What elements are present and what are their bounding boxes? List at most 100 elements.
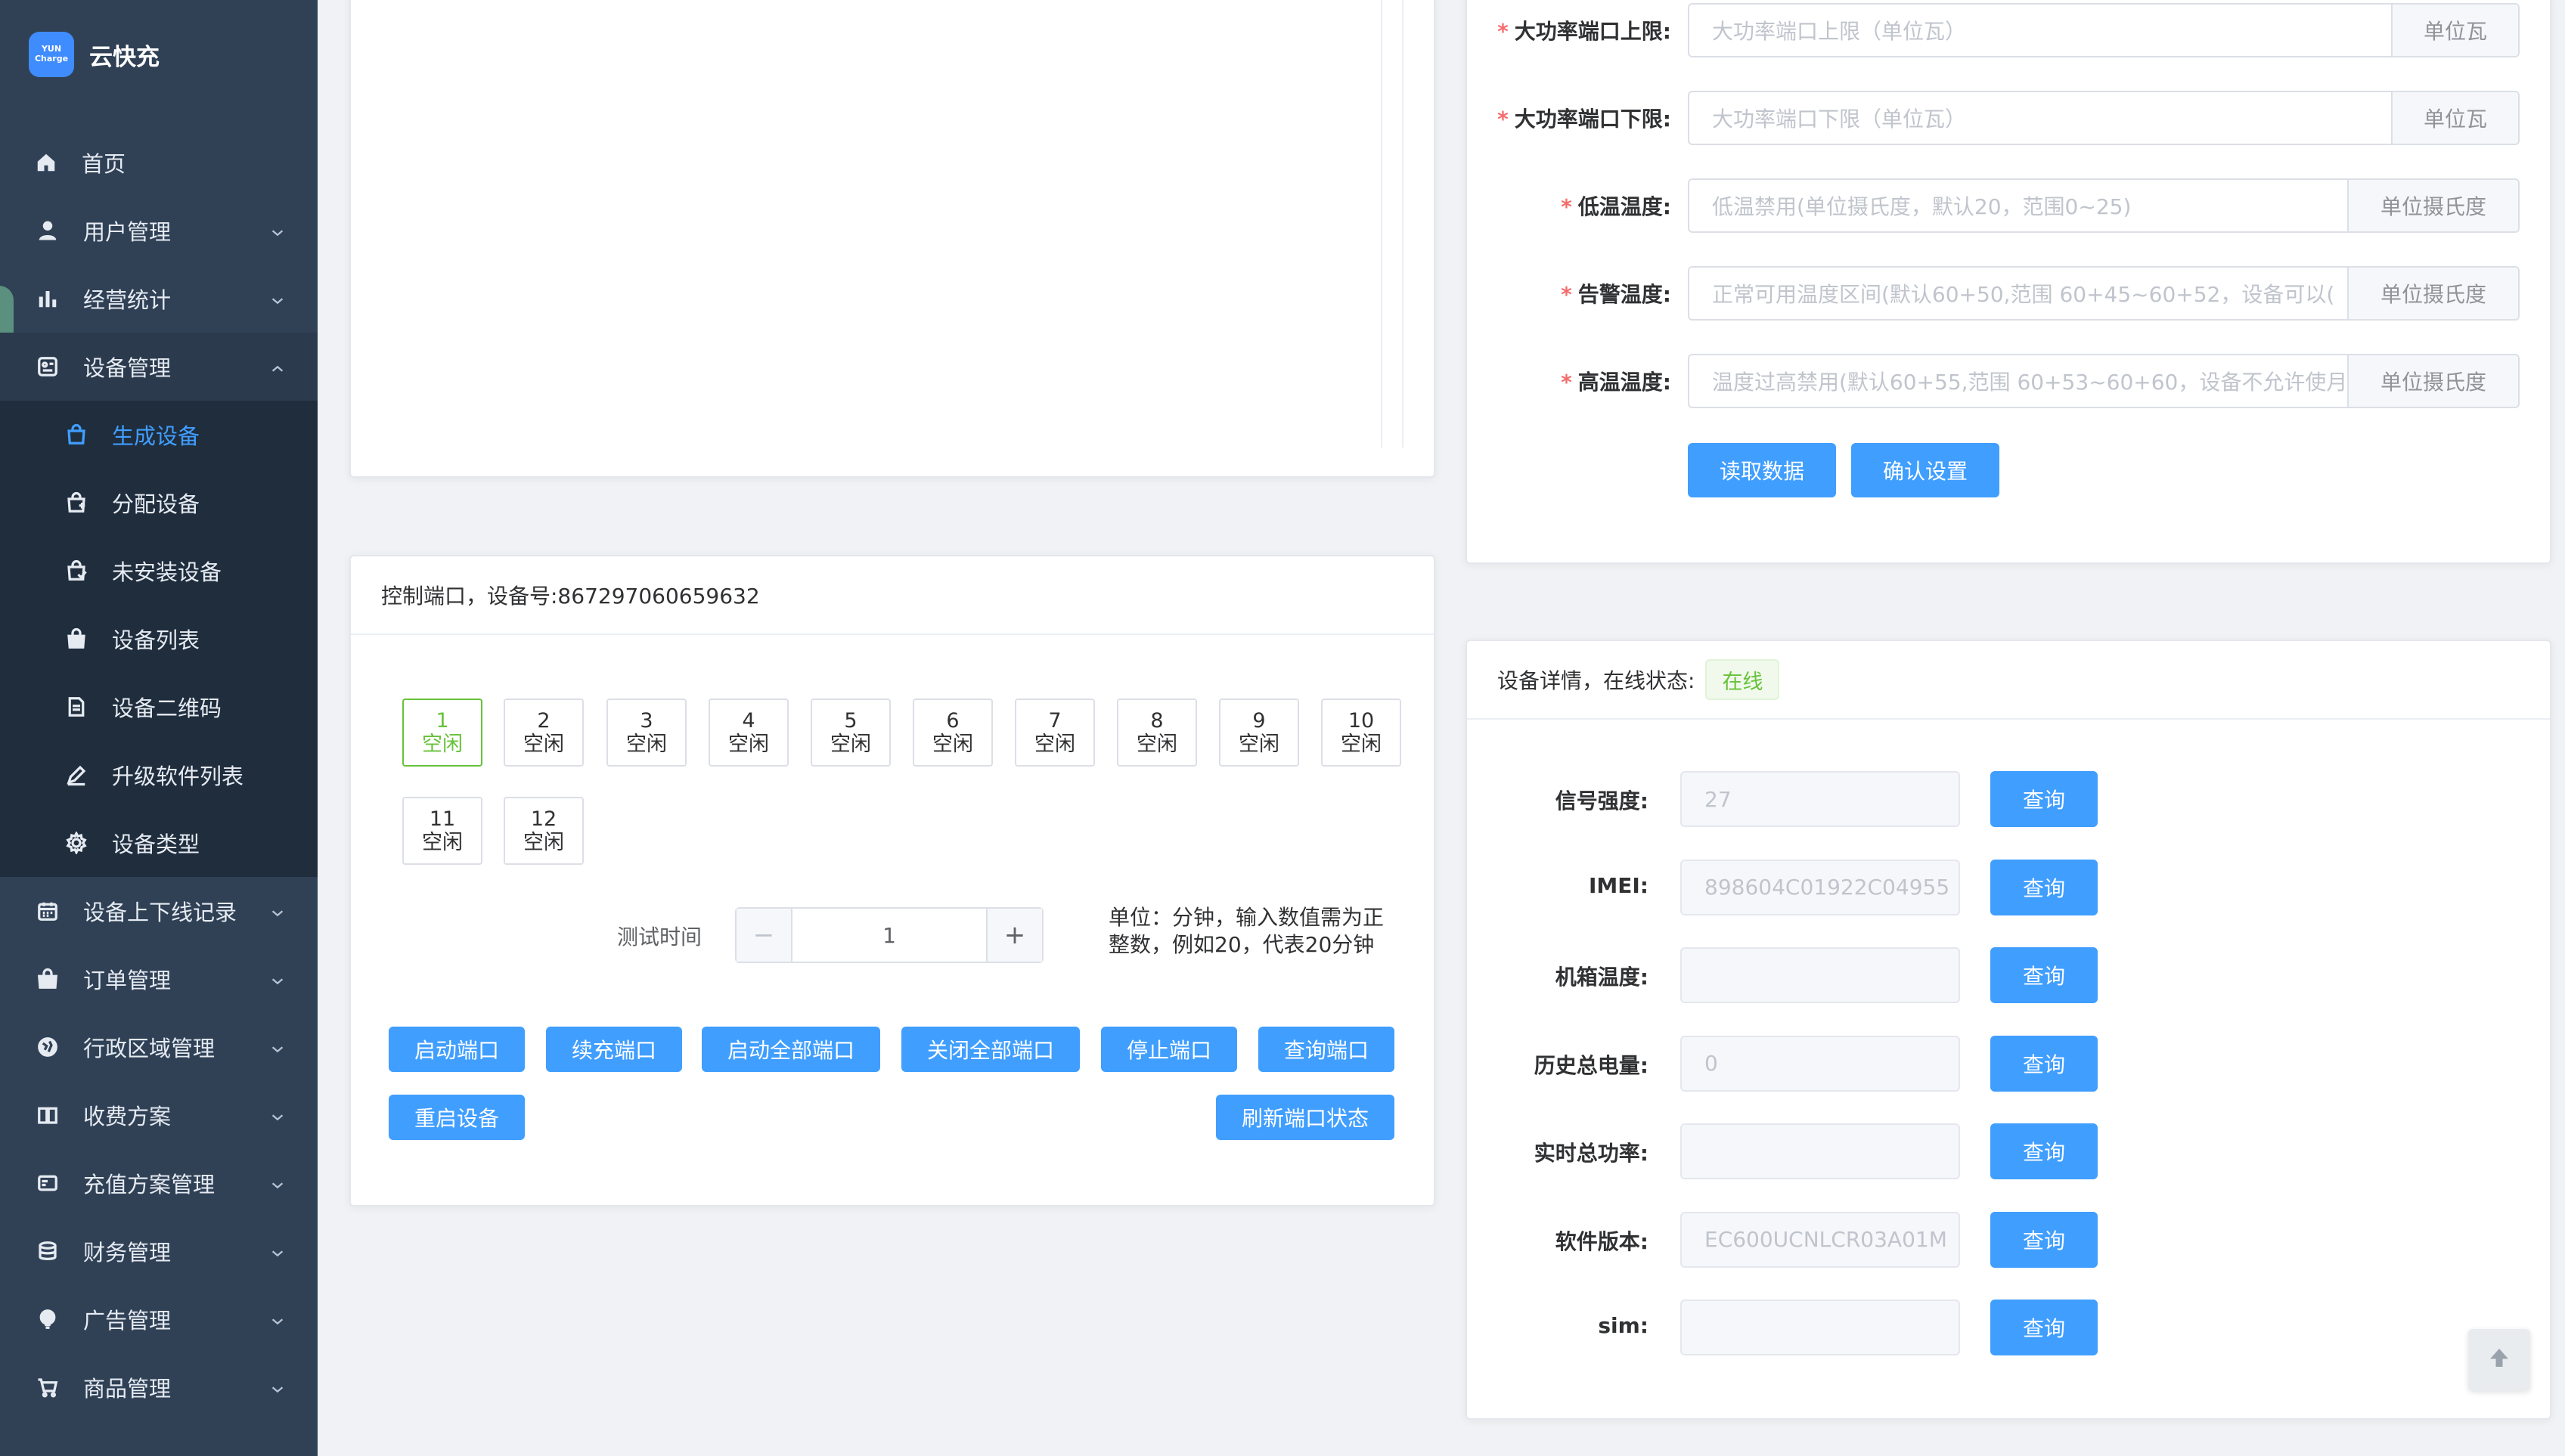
- test-time-value[interactable]: 1: [792, 909, 986, 962]
- unit-label: 单位摄氏度: [2347, 268, 2518, 319]
- sidebar-item-home[interactable]: 首页: [0, 129, 318, 197]
- back-to-top-button[interactable]: [2468, 1329, 2530, 1391]
- port-6[interactable]: 6 空闲: [913, 699, 993, 767]
- detail-value-field[interactable]: 0: [1680, 1035, 1960, 1092]
- chevron-down-icon: [269, 289, 286, 305]
- decrement-button[interactable]: −: [737, 909, 792, 962]
- detail-value-field[interactable]: [1680, 1123, 1960, 1179]
- detail-value-field[interactable]: [1680, 1300, 1960, 1355]
- sidebar-item-generate-device[interactable]: 生成设备: [0, 401, 318, 469]
- detail-value-field[interactable]: EC600UCNLCR03A01M: [1680, 1211, 1960, 1268]
- port-number: 8: [1150, 709, 1164, 733]
- high-temp-field[interactable]: 温度过高禁用(默认60+55,范围 60+53~60+60，设备不允许使月: [1689, 355, 2347, 407]
- low-temp-field[interactable]: 低温禁用(单位摄氏度，默认20，范围0~25): [1689, 180, 2347, 231]
- detail-label: IMEI:: [1588, 872, 1648, 898]
- high-temp-input-group[interactable]: 温度过高禁用(默认60+55,范围 60+53~60+60，设备不允许使月 单位…: [1688, 354, 2520, 408]
- sidebar-menu: 首页 用户管理 经营统计 设备管理 生成设备 分配设备 未安装设备 设备列表 设…: [0, 129, 318, 1421]
- device-detail-title: 设备详情，在线状态:: [1497, 668, 1695, 693]
- query-button[interactable]: 查询: [1990, 771, 2098, 827]
- query-button[interactable]: 查询: [1990, 1123, 2098, 1179]
- port-number: 7: [1048, 709, 1062, 733]
- sidebar: YUN Charge 云快充 首页 用户管理 经营统计 设备管理 生成设备 分配…: [0, 0, 318, 1456]
- port-5[interactable]: 5 空闲: [811, 699, 891, 767]
- detail-value-field[interactable]: 27: [1680, 771, 1960, 827]
- port-number: 5: [844, 709, 858, 733]
- low-temp-input-group[interactable]: 低温禁用(单位摄氏度，默认20，范围0~25) 单位摄氏度: [1688, 178, 2520, 233]
- port-1[interactable]: 1 空闲: [402, 699, 482, 767]
- test-time-stepper: − 1 +: [735, 907, 1044, 963]
- port-4[interactable]: 4 空闲: [709, 699, 789, 767]
- calendar-icon: [35, 898, 60, 924]
- port-7[interactable]: 7 空闲: [1015, 699, 1095, 767]
- query-button[interactable]: 查询: [1990, 859, 2098, 915]
- sidebar-item-ads[interactable]: 广告管理: [0, 1285, 318, 1353]
- renew-port-button[interactable]: 续充端口: [546, 1027, 682, 1072]
- high-power-lower-field[interactable]: 大功率端口下限（单位瓦）: [1689, 92, 2391, 144]
- alarm-temp-field[interactable]: 正常可用温度区间(默认60+50,范围 60+45~60+52，设备可以(: [1689, 268, 2347, 319]
- sidebar-item-device-online-log[interactable]: 设备上下线记录: [0, 877, 318, 945]
- increment-button[interactable]: +: [986, 909, 1042, 962]
- sidebar-item-device-type[interactable]: 设备类型: [0, 809, 318, 877]
- query-button[interactable]: 查询: [1990, 1300, 2098, 1355]
- sidebar-item-fee-plans[interactable]: 收费方案: [0, 1081, 318, 1149]
- port-8[interactable]: 8 空闲: [1117, 699, 1197, 767]
- query-button[interactable]: 查询: [1990, 947, 2098, 1003]
- sidebar-item-uninstalled-device[interactable]: 未安装设备: [0, 537, 318, 605]
- stop-port-button[interactable]: 停止端口: [1101, 1027, 1237, 1072]
- sidebar-item-label: 经营统计: [83, 287, 172, 313]
- sidebar-item-regions[interactable]: 行政区域管理: [0, 1013, 318, 1081]
- sidebar-item-device-qrcode[interactable]: 设备二维码: [0, 673, 318, 741]
- port-12[interactable]: 12 空闲: [504, 797, 584, 865]
- port-number: 2: [537, 709, 551, 733]
- sidebar-item-label: 升级软件列表: [112, 764, 244, 789]
- sidebar-item-label: 设备列表: [112, 627, 200, 653]
- detail-label: sim:: [1598, 1313, 1648, 1338]
- start-port-button[interactable]: 启动端口: [389, 1027, 525, 1072]
- port-10[interactable]: 10 空闲: [1321, 699, 1401, 767]
- online-status-badge: 在线: [1705, 659, 1780, 700]
- shopping-bag-icon: [64, 422, 89, 448]
- port-2[interactable]: 2 空闲: [504, 699, 584, 767]
- refresh-port-status-button[interactable]: 刷新端口状态: [1216, 1095, 1394, 1140]
- confirm-settings-button[interactable]: 确认设置: [1851, 443, 1999, 497]
- port-9[interactable]: 9 空闲: [1219, 699, 1299, 767]
- port-number: 6: [946, 709, 960, 733]
- read-data-button[interactable]: 读取数据: [1688, 443, 1836, 497]
- sidebar-item-label: 设备上下线记录: [83, 900, 237, 925]
- high-power-upper-field[interactable]: 大功率端口上限（单位瓦）: [1689, 5, 2391, 56]
- sidebar-item-device-management[interactable]: 设备管理: [0, 333, 318, 401]
- unit-hint: 单位：分钟，输入数值需为正 整数，例如20，代表20分钟: [1109, 905, 1385, 957]
- detail-label: 实时总功率:: [1534, 1141, 1648, 1166]
- query-button[interactable]: 查询: [1990, 1035, 2098, 1092]
- device-icon: [35, 354, 60, 379]
- sidebar-item-assign-device[interactable]: 分配设备: [0, 469, 318, 537]
- high-power-lower-input-group[interactable]: 大功率端口下限（单位瓦） 单位瓦: [1688, 91, 2520, 145]
- scrollbar[interactable]: [1381, 0, 1403, 448]
- alarm-temp-input-group[interactable]: 正常可用温度区间(默认60+50,范围 60+45~60+52，设备可以( 单位…: [1688, 266, 2520, 321]
- port-status: 空闲: [1137, 733, 1177, 756]
- detail-value-field[interactable]: [1680, 947, 1960, 1003]
- sidebar-item-recharge-plans[interactable]: 充值方案管理: [0, 1149, 318, 1217]
- start-all-ports-button[interactable]: 启动全部端口: [702, 1027, 880, 1072]
- pen-icon: [64, 762, 89, 788]
- device-detail-header: 设备详情，在线状态: 在线: [1467, 641, 2550, 720]
- sidebar-item-users[interactable]: 用户管理: [0, 197, 318, 265]
- sidebar-item-stats[interactable]: 经营统计: [0, 265, 318, 333]
- sidebar-item-products[interactable]: 商品管理: [0, 1353, 318, 1421]
- high-power-upper-input-group[interactable]: 大功率端口上限（单位瓦） 单位瓦: [1688, 3, 2520, 57]
- query-port-button[interactable]: 查询端口: [1258, 1027, 1394, 1072]
- label-high-temp: * 高温温度:: [1561, 370, 1671, 395]
- reboot-device-button[interactable]: 重启设备: [389, 1095, 525, 1140]
- sidebar-item-device-list[interactable]: 设备列表: [0, 605, 318, 673]
- query-button[interactable]: 查询: [1990, 1211, 2098, 1268]
- port-3[interactable]: 3 空闲: [606, 699, 687, 767]
- sidebar-item-upgrade-software[interactable]: 升级软件列表: [0, 741, 318, 809]
- sidebar-item-label: 订单管理: [83, 968, 172, 993]
- port-11[interactable]: 11 空闲: [402, 797, 482, 865]
- sidebar-item-finance[interactable]: 财务管理: [0, 1217, 318, 1285]
- sidebar-item-orders[interactable]: 订单管理: [0, 945, 318, 1013]
- bag-filled-icon: [64, 626, 89, 652]
- detail-value-field[interactable]: 898604C01922C04955: [1680, 859, 1960, 915]
- test-time-label: 测试时间: [617, 925, 703, 949]
- close-all-ports-button[interactable]: 关闭全部端口: [901, 1027, 1080, 1072]
